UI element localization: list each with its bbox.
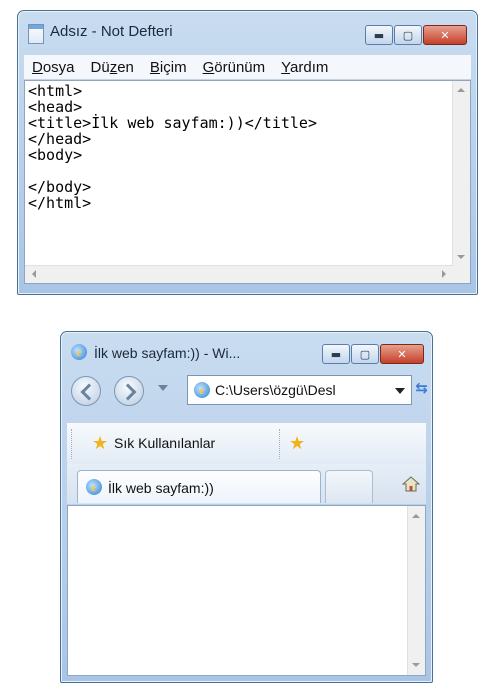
horizontal-scrollbar[interactable] — [25, 265, 453, 283]
browser-title: İlk web sayfam:)) - Wi... — [94, 345, 241, 361]
menu-file-mnemonic: D — [32, 58, 43, 76]
menu-edit-label-pre: Dü — [90, 58, 110, 76]
tab-label: İlk web sayfam:)) — [108, 480, 214, 496]
maximize-icon: ▢ — [359, 347, 371, 361]
notepad-title: Adsız - Not Defteri — [50, 23, 173, 40]
favorites-star-icon[interactable]: ★ — [92, 435, 108, 453]
menu-view-label: örünüm — [214, 58, 266, 76]
notepad-icon[interactable] — [28, 24, 44, 44]
address-bar[interactable]: e C:\Users\özgü\Desl — [187, 375, 412, 405]
address-text[interactable]: C:\Users\özgü\Desl — [215, 382, 385, 398]
notepad-titlebar[interactable]: Adsız - Not Defteri ▬ ▢ ✕ — [18, 11, 477, 51]
menu-file[interactable]: Dosya — [24, 59, 83, 76]
scroll-left-arrow-icon[interactable] — [32, 270, 36, 278]
home-icon[interactable] — [402, 476, 420, 492]
scroll-up-arrow-icon[interactable] — [412, 514, 420, 518]
tab-current[interactable]: e İlk web sayfam:)) — [77, 470, 321, 503]
browser-titlebar[interactable]: e İlk web sayfam:)) - Wi... ▬ ▢ ✕ — [61, 332, 432, 370]
menu-help-mnemonic: Y — [281, 58, 291, 76]
minimize-icon: ▬ — [330, 347, 342, 361]
add-favorites-icon[interactable]: ★ — [289, 435, 305, 453]
close-button[interactable]: ✕ — [423, 25, 467, 45]
new-tab-button[interactable] — [325, 470, 373, 503]
scroll-down-arrow-icon[interactable] — [457, 255, 465, 259]
vertical-scrollbar[interactable] — [407, 506, 425, 675]
maximize-button[interactable]: ▢ — [351, 344, 379, 364]
minimize-icon: ▬ — [373, 28, 385, 42]
back-button[interactable] — [71, 376, 101, 406]
minimize-button[interactable]: ▬ — [322, 344, 350, 364]
recent-pages-dropdown-icon[interactable] — [158, 385, 168, 391]
menu-view[interactable]: Görünüm — [195, 59, 274, 76]
resize-grip[interactable] — [453, 266, 470, 283]
ie-logo-icon[interactable]: e — [71, 344, 87, 360]
address-dropdown-icon[interactable] — [395, 388, 405, 394]
forward-button[interactable] — [114, 376, 144, 406]
page-content[interactable] — [67, 505, 426, 676]
menu-edit[interactable]: Düzen — [83, 59, 142, 76]
toolbar-grip — [71, 429, 73, 459]
refresh-icon[interactable]: ⇆ — [415, 379, 428, 397]
tab-bar: e İlk web sayfam:)) — [67, 464, 426, 504]
notepad-text-area[interactable]: <html> <head> <title>İlk web sayfam:))</… — [24, 80, 471, 284]
vertical-scrollbar[interactable] — [452, 81, 470, 266]
notepad-content[interactable]: <html> <head> <title>İlk web sayfam:))</… — [28, 83, 317, 211]
menu-format-label: içim — [159, 58, 187, 76]
browser-window: e İlk web sayfam:)) - Wi... ▬ ▢ ✕ e C:\U… — [60, 331, 433, 683]
close-button[interactable]: ✕ — [380, 344, 424, 364]
menu-edit-label: en — [117, 58, 134, 76]
scroll-right-arrow-icon[interactable] — [442, 270, 446, 278]
close-icon: ✕ — [397, 347, 407, 361]
minimize-button[interactable]: ▬ — [365, 25, 393, 45]
notepad-caption-buttons: ▬ ▢ ✕ — [365, 25, 467, 45]
notepad-window: Adsız - Not Defteri ▬ ▢ ✕ Dosya Düzen Bi… — [17, 10, 478, 295]
notepad-menubar: Dosya Düzen Biçim Görünüm Yardım — [24, 55, 471, 80]
menu-view-mnemonic: G — [202, 58, 215, 76]
tab-page-icon: e — [86, 479, 102, 495]
menu-format[interactable]: Biçim — [142, 59, 195, 76]
scroll-up-arrow-icon[interactable] — [457, 88, 465, 92]
menu-help[interactable]: Yardım — [273, 59, 336, 76]
menu-format-mnemonic: B — [149, 58, 160, 76]
maximize-button[interactable]: ▢ — [394, 25, 422, 45]
close-icon: ✕ — [440, 28, 450, 42]
favorites-bar: ★ Sık Kullanılanlar ★ — [67, 422, 426, 465]
maximize-icon: ▢ — [402, 28, 414, 42]
browser-caption-buttons: ▬ ▢ ✕ — [322, 344, 424, 364]
navigation-row: e C:\Users\özgü\Desl ⇆ — [61, 370, 432, 414]
menu-help-label: ardım — [290, 58, 329, 76]
menu-file-label: osya — [42, 58, 75, 76]
toolbar-separator — [279, 429, 281, 459]
scroll-down-arrow-icon[interactable] — [412, 663, 420, 667]
favorites-label[interactable]: Sık Kullanılanlar — [114, 435, 215, 451]
page-icon: e — [194, 382, 210, 398]
